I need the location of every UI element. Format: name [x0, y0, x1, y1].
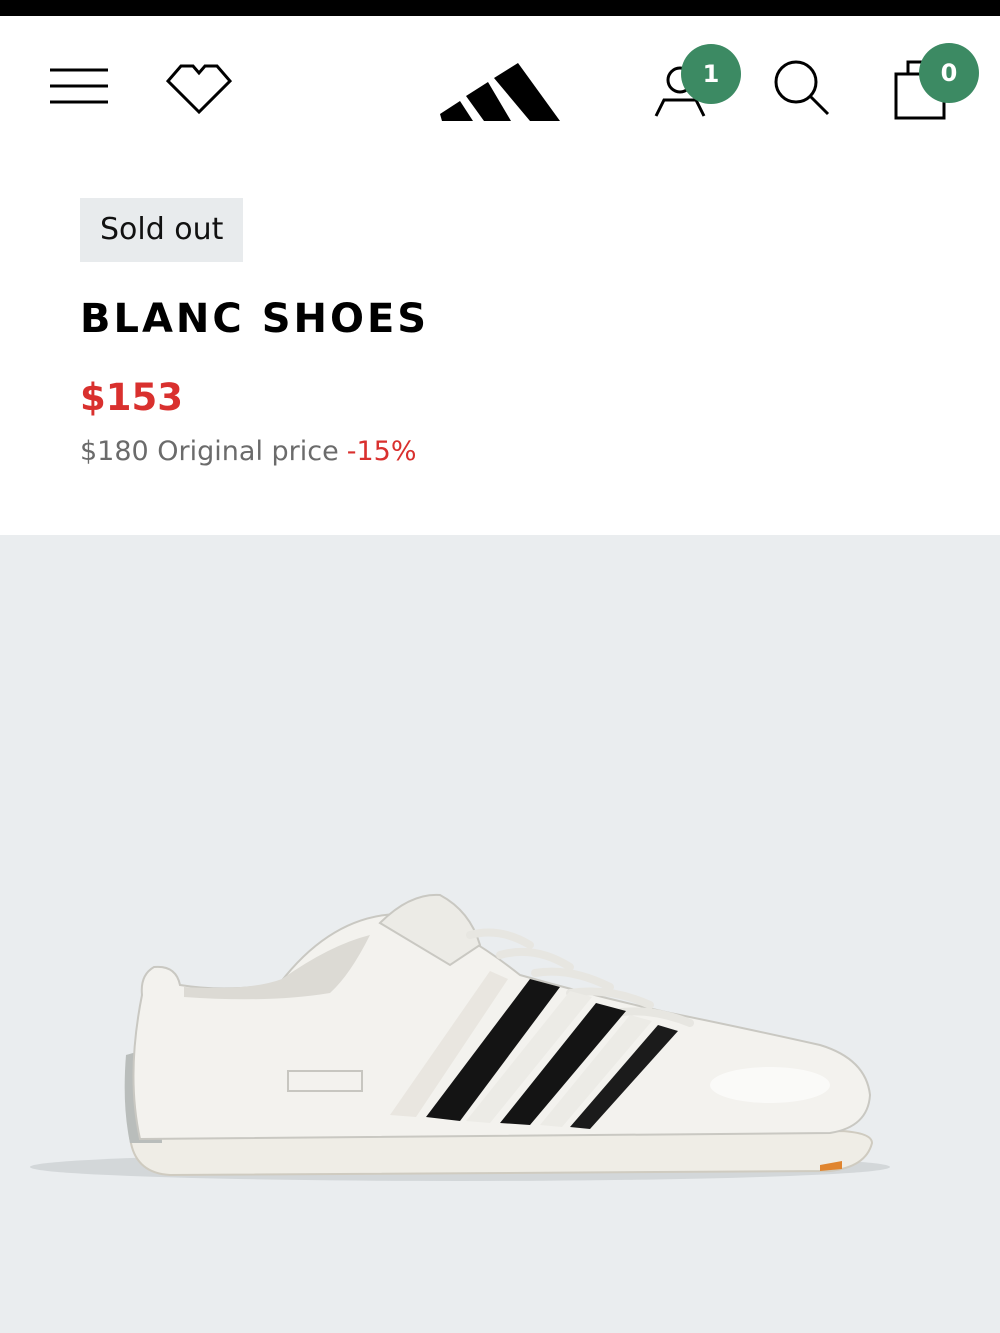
account-badge: 1 — [681, 44, 741, 104]
logo-icon — [440, 63, 560, 121]
original-price-row: $180 Original price -15% — [80, 436, 417, 467]
bag-badge: 0 — [919, 43, 979, 103]
product-title: BLANC SHOES — [80, 296, 430, 342]
search-button[interactable] — [770, 56, 834, 120]
original-price: $180 Original price — [80, 436, 339, 467]
sale-price: $153 — [80, 376, 183, 419]
search-icon — [774, 60, 830, 116]
menu-button[interactable] — [48, 66, 110, 106]
product-image[interactable] — [0, 535, 1000, 1333]
discount-percent: -15% — [346, 436, 417, 467]
site-header: 1 0 — [0, 16, 1000, 156]
shoe-image — [30, 893, 890, 1181]
wishlist-button[interactable] — [162, 56, 236, 118]
adidas-logo[interactable] — [438, 46, 562, 124]
status-bar — [0, 0, 1000, 16]
status-badge: Sold out — [80, 198, 244, 262]
menu-icon — [50, 68, 108, 104]
heart-icon — [165, 64, 233, 115]
